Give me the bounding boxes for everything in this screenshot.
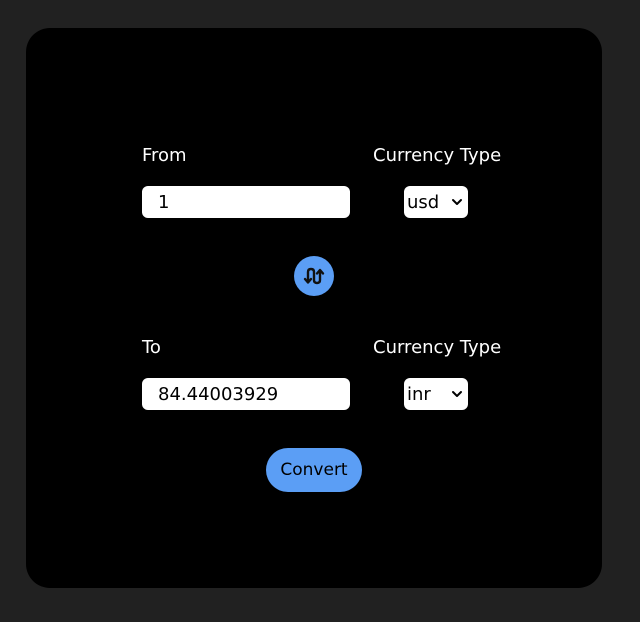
chevron-down-icon xyxy=(452,391,462,397)
from-currency-select[interactable]: usd xyxy=(404,186,468,218)
swap-arrows-icon xyxy=(303,267,325,285)
to-currency-select[interactable]: inr xyxy=(404,378,468,410)
chevron-down-icon xyxy=(452,199,462,205)
from-currency-value: usd xyxy=(407,191,440,213)
to-label: To xyxy=(142,337,161,358)
from-amount-input[interactable] xyxy=(142,186,350,218)
from-currency-label: Currency Type xyxy=(373,145,502,166)
to-currency-label: Currency Type xyxy=(373,337,502,358)
convert-button[interactable]: Convert xyxy=(266,448,362,492)
converter-card: From Currency Type usd To Currency Type … xyxy=(26,28,602,588)
to-currency-value: inr xyxy=(407,383,431,405)
to-amount-input[interactable] xyxy=(142,378,350,410)
from-label: From xyxy=(142,145,187,166)
swap-button[interactable] xyxy=(294,256,334,296)
